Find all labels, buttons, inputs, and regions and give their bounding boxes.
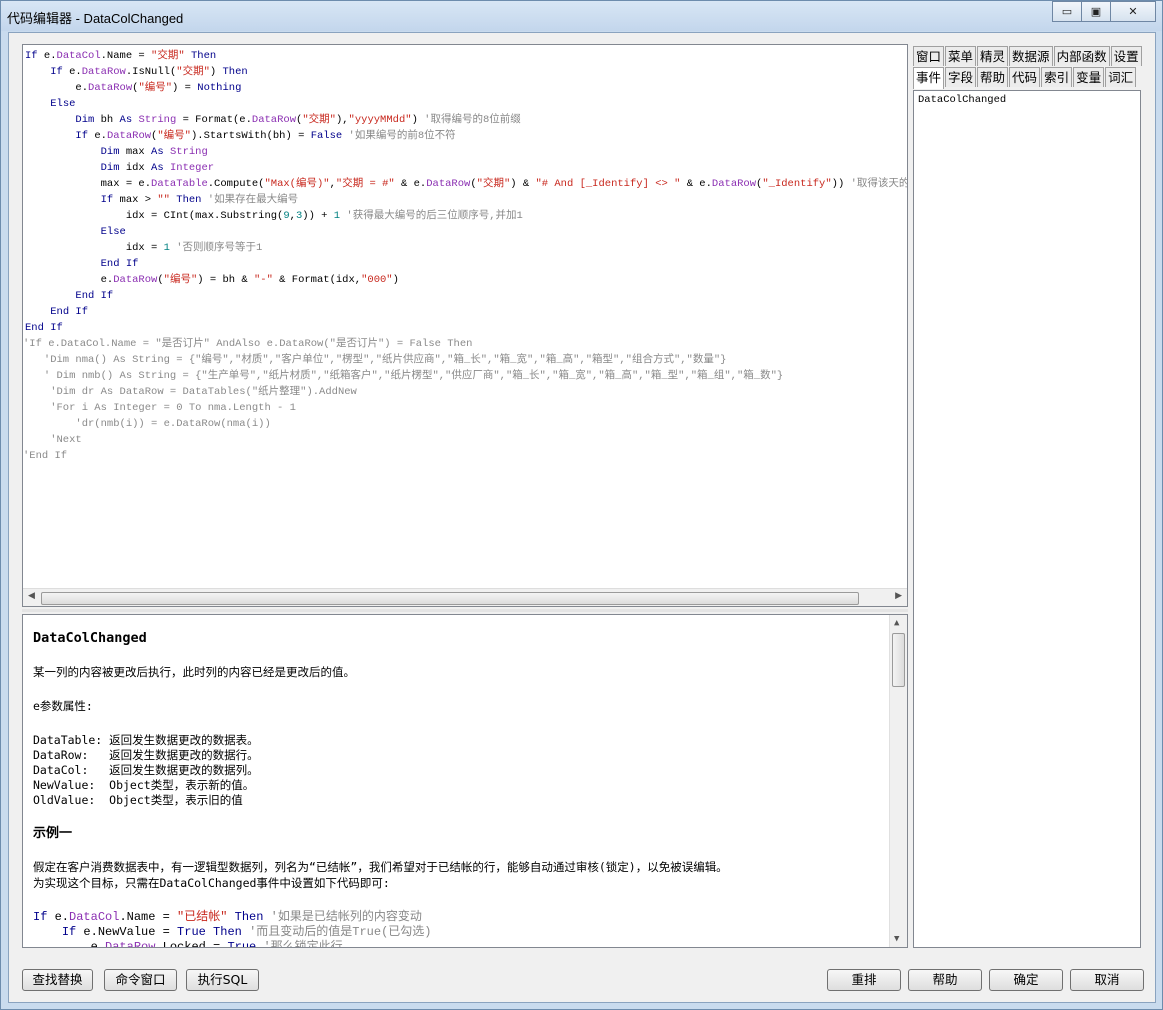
find-replace-button[interactable]: 查找替换 bbox=[22, 969, 93, 991]
code-line: If e.DataRow.IsNull("交期") Then bbox=[50, 66, 248, 78]
tab-code[interactable]: 代码 bbox=[1009, 67, 1041, 87]
minimize-button[interactable]: ▭ bbox=[1052, 1, 1082, 22]
code-line: 'If e.DataCol.Name = "是否订片" AndAlso e.Da… bbox=[23, 338, 473, 350]
title-bar[interactable]: 代码编辑器 - DataColChanged ▭ ▣ ✕ bbox=[1, 1, 1162, 31]
code-line: idx = 1 '否则顺序号等于1 bbox=[25, 242, 263, 254]
tab-menu[interactable]: 菜单 bbox=[945, 46, 977, 66]
vertical-scroll-thumb[interactable] bbox=[892, 633, 905, 687]
code-line: Else bbox=[50, 98, 76, 110]
help-example-heading: 示例一 bbox=[33, 826, 73, 841]
code-line: Dim max As String bbox=[100, 146, 208, 158]
tab-settings[interactable]: 设置 bbox=[1110, 46, 1142, 66]
help-param-line: NewValue: Object类型，表示新的值。 bbox=[33, 778, 255, 792]
code-editor-window: 代码编辑器 - DataColChanged ▭ ▣ ✕ If e.DataCo… bbox=[0, 0, 1163, 1010]
tab-help[interactable]: 帮助 bbox=[977, 67, 1009, 87]
maximize-button[interactable]: ▣ bbox=[1082, 1, 1111, 22]
help-title: DataColChanged bbox=[33, 630, 147, 646]
side-tabs: 窗口 菜单 精灵 数据源 内部函数 设置 事件 字段 帮助 代码 索引 变量 词… bbox=[913, 46, 1149, 89]
code-line: e.DataRow("编号") = Nothing bbox=[25, 82, 242, 94]
code-line: 'End If bbox=[23, 450, 68, 462]
help-pane: DataColChanged 某一列的内容被更改后执行，此时列的内容已经是更改后… bbox=[22, 614, 908, 948]
tab-vocabulary[interactable]: 词汇 bbox=[1105, 67, 1137, 87]
help-code-line: e.DataRow.Locked = True '那么锁定此行 bbox=[33, 940, 343, 948]
code-line: End If bbox=[50, 306, 89, 318]
cancel-button[interactable]: 取消 bbox=[1070, 969, 1144, 991]
code-line: End If bbox=[75, 290, 114, 302]
tab-datasource[interactable]: 数据源 bbox=[1009, 46, 1053, 66]
help-param-line: DataRow: 返回发生数据更改的数据行。 bbox=[33, 748, 259, 762]
scroll-left-icon[interactable]: ◀ bbox=[28, 591, 35, 601]
command-window-button[interactable]: 命令窗口 bbox=[104, 969, 177, 991]
event-list-panel: DataColChanged bbox=[913, 90, 1141, 948]
scroll-right-icon[interactable]: ▶ bbox=[895, 591, 902, 601]
help-param-line: OldValue: Object类型，表示旧的值 bbox=[33, 793, 243, 807]
help-button[interactable]: 帮助 bbox=[908, 969, 982, 991]
code-line: 'Dim dr As DataRow = DataTables("纸片整理").… bbox=[25, 386, 357, 398]
help-code-line: If e.DataCol.Name = "已结帐" Then '如果是已结帐列的… bbox=[33, 910, 422, 924]
vertical-scrollbar[interactable]: ▲ ▼ bbox=[889, 615, 907, 947]
pane-splitter[interactable] bbox=[22, 609, 908, 612]
tab-variables[interactable]: 变量 bbox=[1073, 67, 1105, 87]
tab-window[interactable]: 窗口 bbox=[913, 46, 945, 66]
tab-wizard[interactable]: 精灵 bbox=[977, 46, 1009, 66]
client-area: If e.DataCol.Name = "交期" Then If e.DataR… bbox=[8, 32, 1156, 1003]
code-line: Else bbox=[100, 226, 126, 238]
code-line: If e.DataCol.Name = "交期" Then bbox=[25, 50, 217, 62]
help-example-paragraph: 假定在客户消费数据表中，有一逻辑型数据列，列名为“已结帐”，我们希望对于已结帐的… bbox=[33, 860, 728, 874]
code-line: 'Next bbox=[25, 434, 82, 446]
code-text[interactable]: If e.DataCol.Name = "交期" Then If e.DataR… bbox=[23, 45, 907, 590]
code-line: Dim bh As String = Format(e.DataRow("交期"… bbox=[75, 114, 521, 126]
rearrange-button[interactable]: 重排 bbox=[827, 969, 901, 991]
code-line: 'dr(nmb(i)) = e.DataRow(nma(i)) bbox=[25, 418, 271, 430]
event-list-item[interactable]: DataColChanged bbox=[918, 94, 1006, 106]
window-controls: ▭ ▣ ✕ bbox=[1052, 1, 1156, 22]
code-line: 'For i As Integer = 0 To nma.Length - 1 bbox=[25, 402, 296, 414]
scroll-down-icon[interactable]: ▼ bbox=[894, 934, 899, 944]
ok-button[interactable]: 确定 bbox=[989, 969, 1063, 991]
execute-sql-button[interactable]: 执行SQL bbox=[186, 969, 259, 991]
tab-builtin-functions[interactable]: 内部函数 bbox=[1053, 46, 1110, 66]
tab-row-1: 窗口 菜单 精灵 数据源 内部函数 设置 bbox=[913, 46, 1149, 67]
horizontal-scrollbar[interactable]: ◀ ▶ bbox=[23, 588, 907, 606]
help-param-line: DataTable: 返回发生数据更改的数据表。 bbox=[33, 733, 259, 747]
help-params-heading: e参数属性: bbox=[33, 699, 93, 713]
tab-events[interactable]: 事件 bbox=[913, 67, 945, 89]
window-title: 代码编辑器 - DataColChanged bbox=[7, 11, 184, 26]
help-description: 某一列的内容被更改后执行，此时列的内容已经是更改后的值。 bbox=[33, 665, 355, 679]
help-code-line: If e.NewValue = True Then '而且变动后的值是True(… bbox=[61, 925, 432, 939]
code-line: Dim idx As Integer bbox=[100, 162, 215, 174]
tab-index[interactable]: 索引 bbox=[1041, 67, 1073, 87]
tab-row-2: 事件 字段 帮助 代码 索引 变量 词汇 bbox=[913, 67, 1149, 89]
code-line: If e.DataRow("编号").StartsWith(bh) = Fals… bbox=[75, 130, 456, 142]
close-button[interactable]: ✕ bbox=[1111, 1, 1156, 22]
help-param-line: DataCol: 返回发生数据更改的数据列。 bbox=[33, 763, 259, 777]
horizontal-scroll-thumb[interactable] bbox=[41, 592, 859, 605]
code-line: End If bbox=[100, 258, 139, 270]
code-editor[interactable]: If e.DataCol.Name = "交期" Then If e.DataR… bbox=[22, 44, 908, 607]
code-line: ' Dim nmb() As String = {"生产单号","纸片材质","… bbox=[25, 370, 784, 382]
code-line: e.DataRow("编号") = bh & "-" & Format(idx,… bbox=[25, 274, 399, 286]
code-line: max = e.DataTable.Compute("Max(编号)","交期 … bbox=[25, 178, 907, 190]
code-line: idx = CInt(max.Substring(9,3)) + 1 '获得最大… bbox=[25, 210, 523, 222]
tab-fields[interactable]: 字段 bbox=[945, 67, 977, 87]
code-line: If max > "" Then '如果存在最大编号 bbox=[100, 194, 299, 206]
code-line: 'Dim nma() As String = {"编号","材质","客户单位"… bbox=[25, 354, 727, 366]
scroll-up-icon[interactable]: ▲ bbox=[894, 618, 899, 628]
help-example-paragraph: 为实现这个目标，只需在DataColChanged事件中设置如下代码即可: bbox=[33, 876, 390, 890]
code-line: End If bbox=[25, 322, 63, 334]
